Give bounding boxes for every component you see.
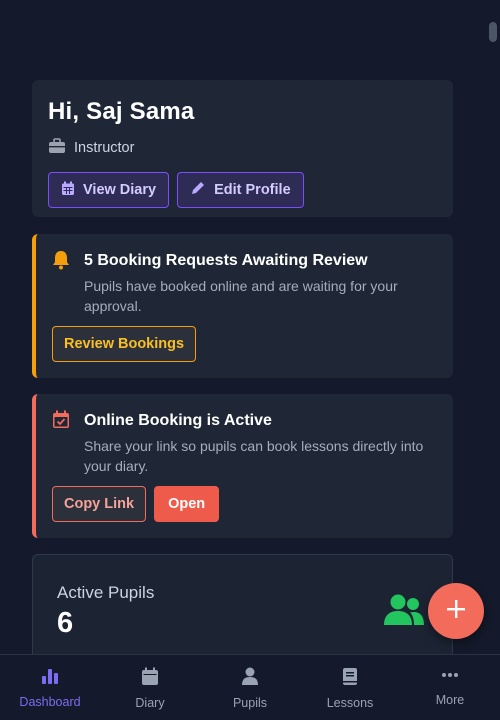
- calendar-icon: [141, 667, 159, 691]
- calendar-check-icon: [52, 410, 70, 434]
- booking-alert-description: Pupils have booked online and are waitin…: [84, 278, 398, 314]
- users-icon: [383, 593, 425, 632]
- add-fab-button[interactable]: [428, 583, 484, 639]
- active-pupils-count: 6: [57, 607, 74, 639]
- open-button[interactable]: Open: [154, 486, 220, 522]
- view-diary-button[interactable]: View Diary: [48, 172, 170, 208]
- review-bookings-button[interactable]: Review Bookings: [52, 326, 197, 362]
- booking-requests-alert: 5 Booking Requests Awaiting Review Pupil…: [32, 234, 453, 378]
- nav-item-pupils[interactable]: Pupils: [200, 655, 300, 720]
- copy-link-button[interactable]: Copy Link: [52, 486, 147, 522]
- nav-item-dashboard[interactable]: Dashboard: [0, 655, 100, 720]
- more-dots-icon: [441, 667, 459, 688]
- welcome-card: Hi, Saj Sama Instructor View Diary Edit …: [32, 80, 453, 217]
- scrollbar[interactable]: [489, 22, 497, 42]
- nav-label-dashboard: Dashboard: [19, 695, 81, 709]
- nav-label-pupils: Pupils: [232, 696, 268, 710]
- greeting-title: Hi, Saj Sama: [48, 98, 195, 125]
- edit-profile-button[interactable]: Edit Profile: [177, 172, 304, 208]
- plus-icon: [445, 598, 467, 625]
- calendar-icon: [61, 181, 75, 200]
- view-diary-label: View Diary: [83, 182, 157, 198]
- bell-icon: [52, 250, 70, 275]
- edit-profile-label: Edit Profile: [214, 182, 291, 198]
- user-icon: [241, 667, 259, 691]
- pencil-icon: [190, 180, 206, 200]
- online-booking-description: Share your link so pupils can book lesso…: [84, 438, 424, 474]
- bottom-navigation: Dashboard Diary Pupils Lessons More: [0, 654, 500, 720]
- online-booking-title: Online Booking is Active: [84, 412, 272, 429]
- nav-label-more: More: [435, 693, 465, 707]
- nav-item-more[interactable]: More: [400, 655, 500, 720]
- role-row: Instructor: [48, 138, 437, 158]
- nav-label-diary: Diary: [135, 696, 165, 710]
- active-pupils-label: Active Pupils: [57, 583, 155, 602]
- booking-alert-title: 5 Booking Requests Awaiting Review: [84, 252, 368, 269]
- nav-item-diary[interactable]: Diary: [100, 655, 200, 720]
- role-label: Instructor: [74, 140, 135, 156]
- nav-item-lessons[interactable]: Lessons: [300, 655, 400, 720]
- online-booking-alert: Online Booking is Active Share your link…: [32, 394, 453, 538]
- nav-label-lessons: Lessons: [326, 696, 374, 710]
- chart-bars-icon: [41, 667, 59, 690]
- book-icon: [341, 667, 359, 691]
- briefcase-icon: [48, 138, 66, 158]
